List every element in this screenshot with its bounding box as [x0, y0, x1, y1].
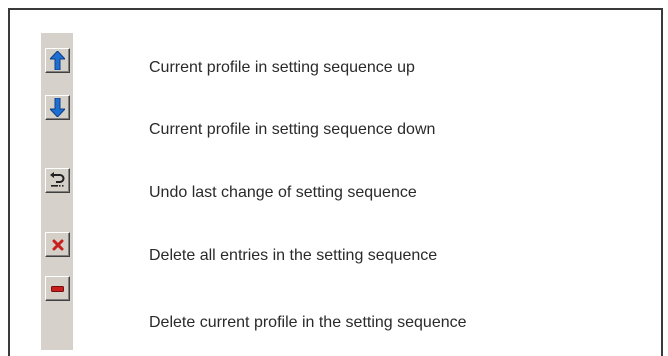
undo-button[interactable] [45, 168, 70, 193]
arrow-up-icon [50, 51, 65, 70]
move-up-button[interactable] [45, 48, 70, 73]
delete-current-description: Delete current profile in the setting se… [149, 314, 467, 331]
delete-current-button[interactable] [45, 276, 70, 301]
delete-all-button[interactable] [45, 232, 70, 257]
move-up-description: Current profile in setting sequence up [149, 59, 415, 76]
minus-icon [51, 285, 64, 292]
arrow-down-icon [50, 98, 65, 117]
move-down-description: Current profile in setting sequence down [149, 121, 436, 138]
undo-icon [49, 172, 66, 189]
move-down-button[interactable] [45, 95, 70, 120]
delete-all-icon [52, 239, 64, 251]
delete-all-description: Delete all entries in the setting sequen… [149, 247, 438, 264]
undo-description: Undo last change of setting sequence [149, 184, 417, 201]
